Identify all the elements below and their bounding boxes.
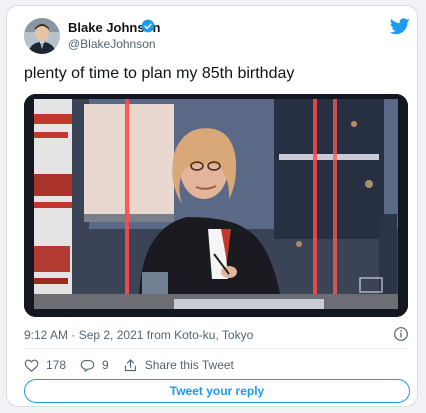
like-count: 178 [46,358,67,372]
twitter-bird-icon[interactable] [390,18,410,35]
author-handle[interactable]: @BlakeJohnson [68,37,156,51]
heart-icon [24,359,39,372]
reply-count: 9 [102,358,109,372]
tweet-card: Blake Johnson @BlakeJohnson plenty of ti… [6,5,418,407]
avatar[interactable] [24,18,60,54]
like-button[interactable]: 178 [24,358,66,373]
share-icon [124,358,136,371]
info-icon[interactable] [393,326,409,342]
verified-badge-icon [141,19,155,33]
tweet-your-reply-button[interactable]: Tweet your reply [24,379,410,403]
tweet-timestamp[interactable]: 9:12 AM · Sep 2, 2021 from Koto-ku, Toky… [24,328,253,342]
reply-icon [80,359,95,372]
tweet-actions: 178 9 Share this Tweet [24,356,248,374]
tweet-text: plenty of time to plan my 85th birthday [24,65,295,82]
divider [24,348,408,349]
share-label: Share this Tweet [144,358,234,372]
share-button[interactable]: Share this Tweet [123,358,234,373]
tweet-video[interactable] [24,94,408,317]
reply-count-button[interactable]: 9 [80,358,109,373]
